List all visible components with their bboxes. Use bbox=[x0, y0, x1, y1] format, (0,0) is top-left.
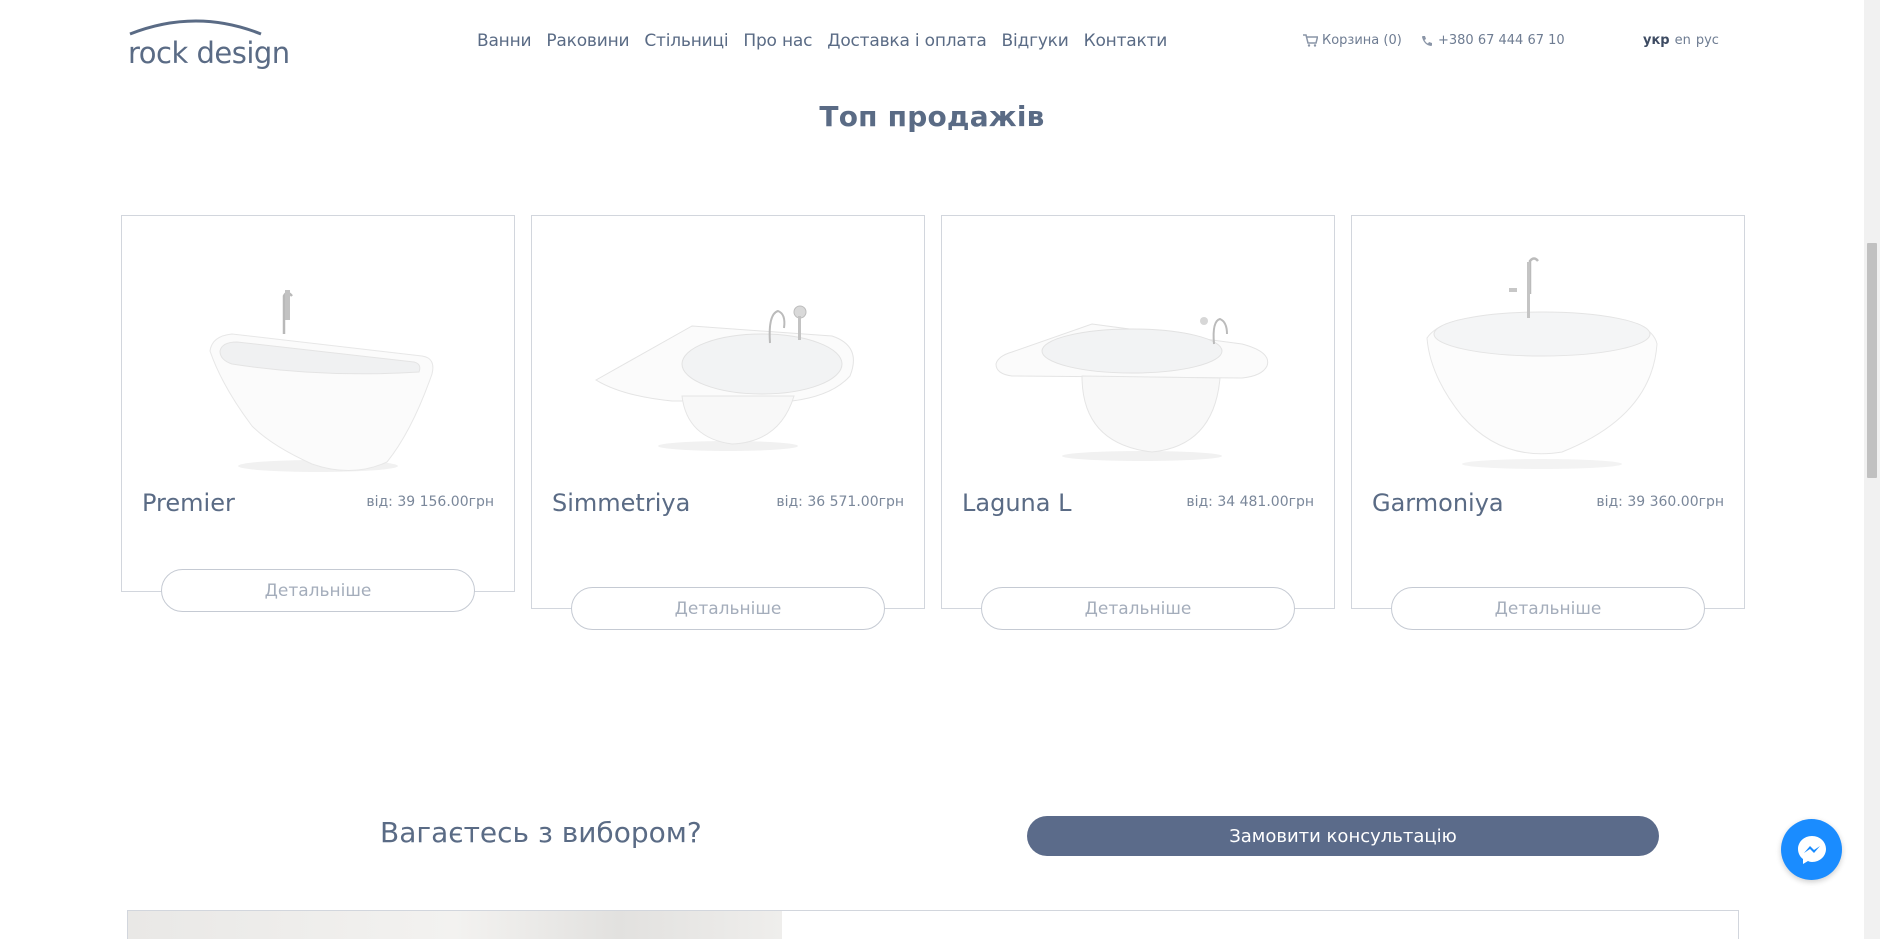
lang-en[interactable]: en bbox=[1675, 33, 1691, 48]
product-name: Garmoniya bbox=[1372, 489, 1504, 517]
details-button[interactable]: Детальніше bbox=[161, 569, 475, 612]
product-card: Simmetriya від: 36 571.00грн bbox=[531, 215, 925, 609]
product-price: від: 39 360.00грн bbox=[1596, 494, 1724, 510]
site-header: rock design Ванни Раковини Стільниці Про… bbox=[0, 0, 1864, 78]
product-card: Garmoniya від: 39 360.00грн bbox=[1351, 215, 1745, 609]
nav-item-sinks[interactable]: Раковини bbox=[546, 31, 629, 51]
product-price: від: 34 481.00грн bbox=[1186, 494, 1314, 510]
messenger-icon bbox=[1797, 835, 1826, 864]
cart-icon bbox=[1303, 34, 1318, 47]
lang-rus[interactable]: рус bbox=[1696, 33, 1719, 48]
phone-icon bbox=[1422, 35, 1432, 46]
scrollbar-thumb[interactable] bbox=[1867, 243, 1877, 478]
nav-item-reviews[interactable]: Відгуки bbox=[1002, 31, 1069, 51]
product-price: від: 39 156.00грн bbox=[366, 494, 494, 510]
details-button[interactable]: Детальніше bbox=[1391, 587, 1705, 630]
main-nav: Ванни Раковини Стільниці Про нас Доставк… bbox=[477, 31, 1167, 51]
product-card: Premier від: 39 156.00грн bbox=[121, 215, 515, 592]
product-price: від: 36 571.00грн bbox=[776, 494, 904, 510]
nav-item-about[interactable]: Про нас bbox=[743, 31, 812, 51]
details-button[interactable]: Детальніше bbox=[571, 587, 885, 630]
product-name: Premier bbox=[142, 489, 235, 517]
cart-link[interactable]: Корзина (0) bbox=[1303, 33, 1402, 48]
product-name: Simmetriya bbox=[552, 489, 691, 517]
nav-item-contacts[interactable]: Контакти bbox=[1084, 31, 1168, 51]
details-button[interactable]: Детальніше bbox=[981, 587, 1295, 630]
product-image bbox=[1426, 257, 1658, 469]
product-name: Laguna L bbox=[962, 489, 1072, 517]
phone-link[interactable]: +380 67 444 67 10 bbox=[1421, 33, 1565, 48]
product-image bbox=[209, 290, 434, 472]
nav-item-baths[interactable]: Ванни bbox=[477, 31, 532, 51]
product-card: Laguna L від: 34 481.00грн bbox=[941, 215, 1335, 609]
cart-label: Корзина (0) bbox=[1322, 33, 1402, 48]
phone-number: +380 67 444 67 10 bbox=[1438, 33, 1565, 48]
order-consultation-button[interactable]: Замовити консультацію bbox=[1027, 816, 1659, 856]
logo[interactable]: rock design bbox=[126, 14, 290, 70]
product-image bbox=[595, 305, 854, 451]
product-image bbox=[995, 317, 1269, 461]
consult-question: Вагаєтесь з вибором? bbox=[380, 816, 702, 849]
feature-image bbox=[128, 911, 782, 939]
bottom-feature-block bbox=[127, 910, 1739, 939]
logo-text: rock design bbox=[128, 36, 290, 70]
section-title: Топ продажів bbox=[819, 100, 1045, 133]
logo-arc-icon bbox=[129, 19, 262, 36]
language-switcher: укр en рус bbox=[1643, 33, 1719, 48]
page-scrollbar[interactable] bbox=[1864, 0, 1880, 939]
nav-item-delivery[interactable]: Доставка і оплата bbox=[827, 31, 987, 51]
messenger-chat-button[interactable] bbox=[1781, 819, 1842, 880]
lang-ukr[interactable]: укр bbox=[1643, 33, 1670, 48]
nav-item-countertops[interactable]: Стільниці bbox=[644, 31, 728, 51]
